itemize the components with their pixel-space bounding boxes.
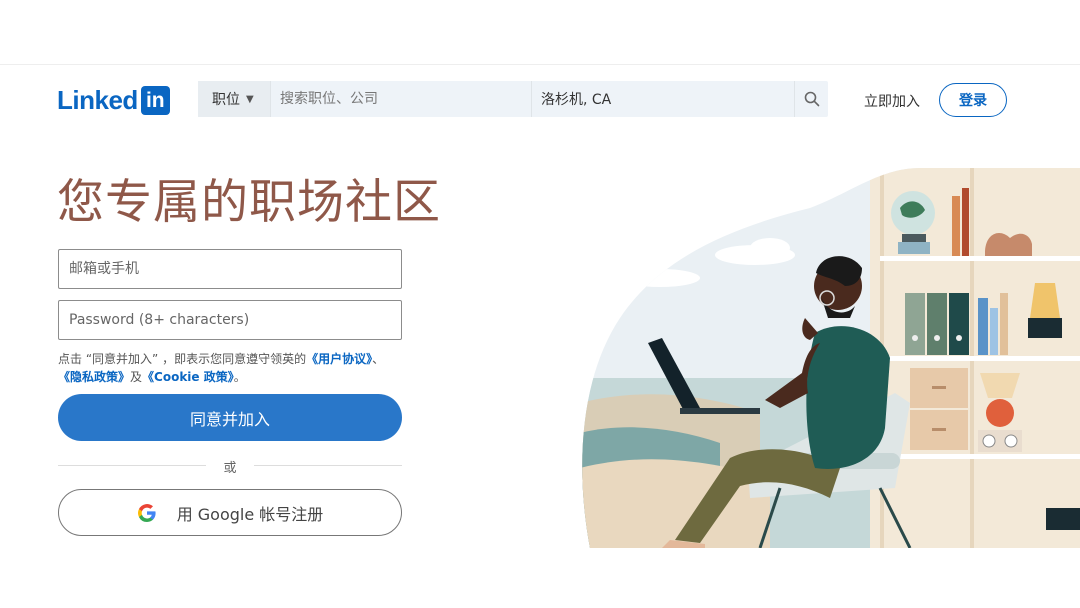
keyword-search-input[interactable] — [271, 81, 531, 117]
agreement-text: 点击 “同意并加入” ，即表示您同意遵守领英的《用户协议》、《隐私政策》及《Co… — [58, 350, 388, 386]
linkedin-logo[interactable]: Linked in — [57, 85, 170, 116]
divider-line-right — [254, 465, 402, 466]
join-now-link[interactable]: 立即加入 — [864, 91, 920, 111]
user-agreement-link[interactable]: 《用户协议》 — [306, 352, 372, 366]
search-bar: 职位 ▼ — [198, 81, 828, 117]
agreement-sep-2: 及 — [130, 370, 143, 384]
job-type-select[interactable]: 职位 ▼ — [198, 81, 271, 117]
logo-in-badge: in — [140, 86, 170, 115]
or-divider: 或 — [58, 456, 402, 476]
google-button-label: 用 Google 帐号注册 — [176, 504, 324, 524]
search-button[interactable] — [794, 81, 828, 117]
job-type-label: 职位 — [212, 92, 240, 108]
logo-wordmark: Linked — [57, 85, 138, 115]
agreement-prefix: 点击 “同意并加入” ，即表示您同意遵守领英的 — [58, 352, 307, 366]
password-field[interactable] — [58, 300, 402, 340]
google-signup-button[interactable]: 用 Google 帐号注册 — [58, 489, 402, 536]
signin-button[interactable]: 登录 — [939, 83, 1007, 117]
top-nav: Linked in 职位 ▼ 立即加入 登录 — [0, 64, 1080, 134]
google-icon — [137, 503, 156, 522]
page-title: 您专属的职场社区 — [57, 175, 441, 230]
cookie-policy-link[interactable]: 《Cookie 政策》 — [142, 370, 234, 384]
or-label: 或 — [223, 461, 237, 476]
agreement-suffix: 。 — [233, 370, 246, 384]
location-input[interactable] — [531, 81, 794, 117]
agreement-sep-1: 、 — [372, 352, 385, 366]
email-field[interactable] — [58, 249, 402, 289]
privacy-policy-link[interactable]: 《隐私政策》 — [58, 370, 130, 384]
agree-and-join-button[interactable]: 同意并加入 — [58, 394, 402, 441]
search-icon — [804, 91, 819, 107]
caret-down-icon: ▼ — [246, 93, 254, 105]
hero-illustration — [582, 168, 1080, 548]
